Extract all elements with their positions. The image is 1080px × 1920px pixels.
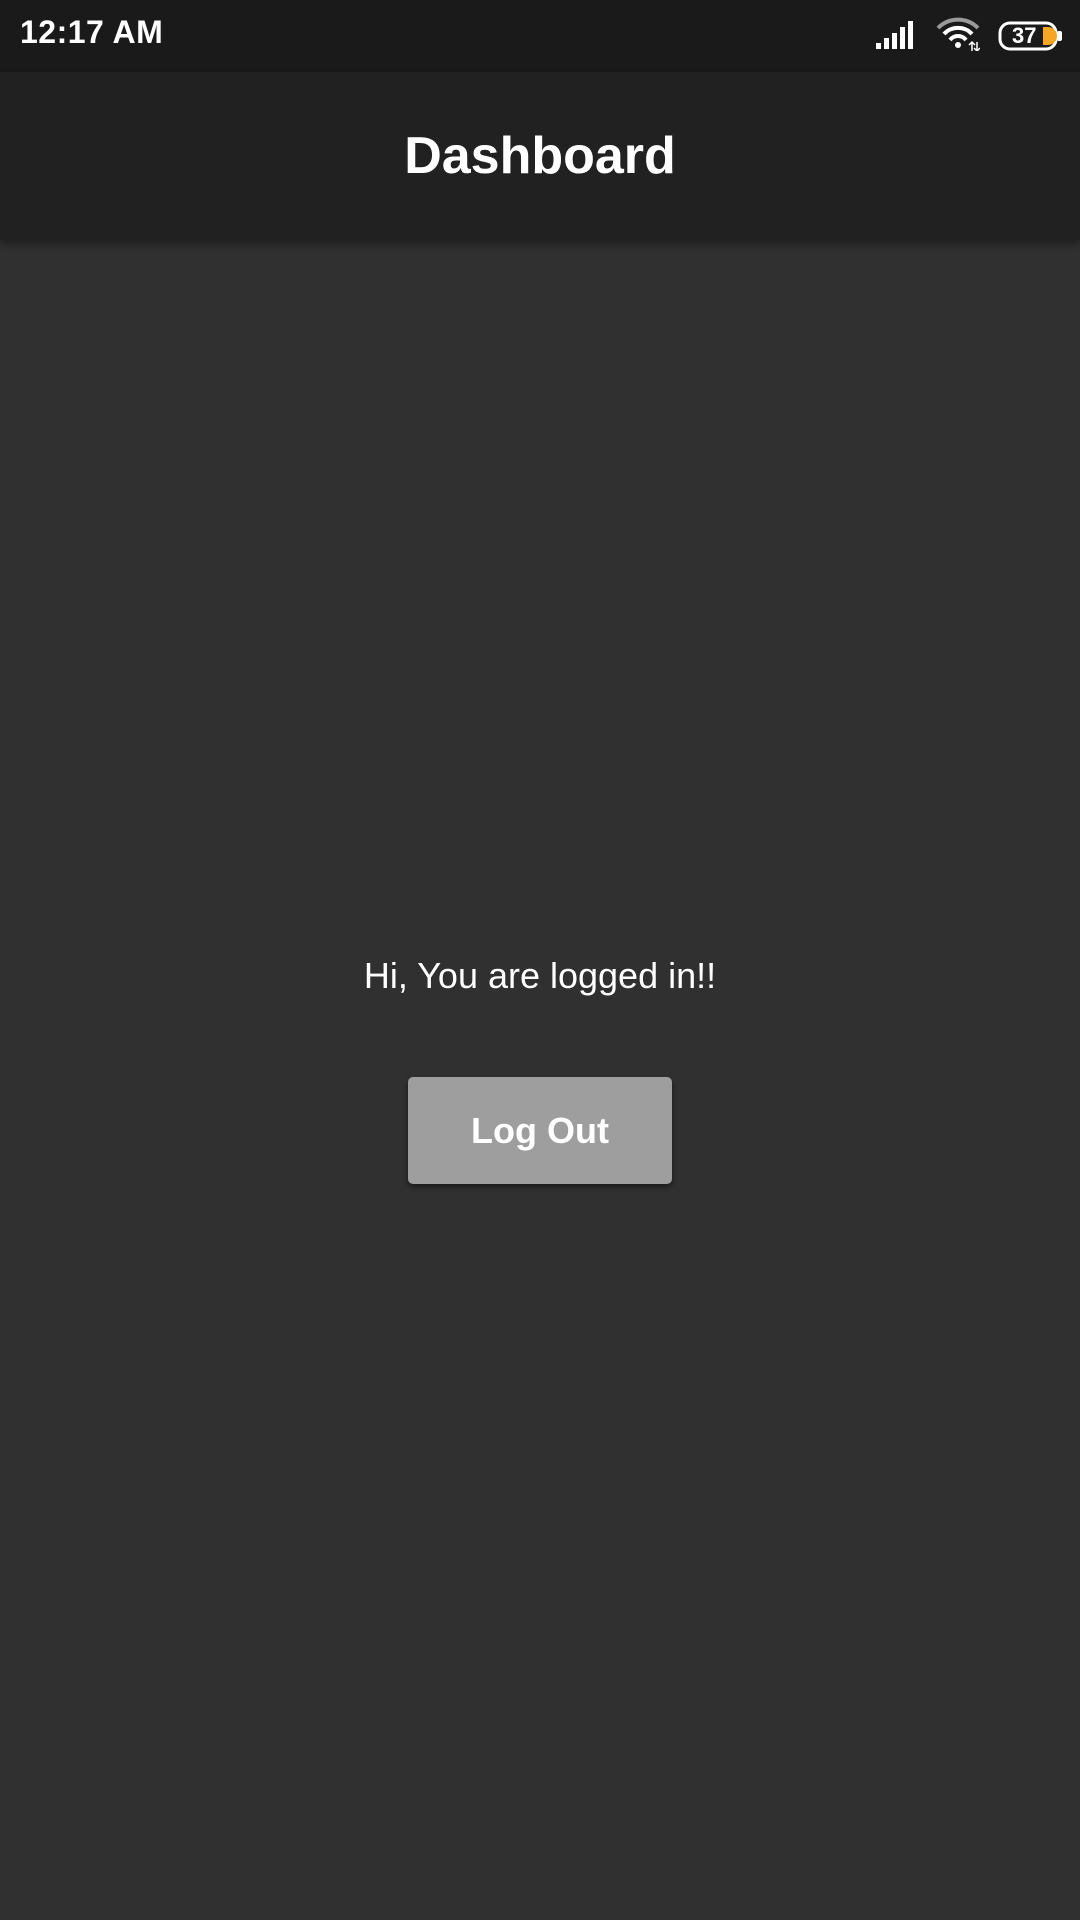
status-time: 12:17 AM <box>20 14 164 50</box>
status-bar: 12:17 AM 37 <box>0 0 1080 72</box>
wifi-icon <box>936 17 981 56</box>
battery-icon: 37 <box>998 21 1064 51</box>
screen: 12:17 AM 37 Dashboard Hi, You are logged… <box>0 0 1080 1920</box>
page-title: Dashboard <box>404 127 676 185</box>
app-bar: Dashboard <box>0 72 1080 240</box>
signal-icon <box>876 19 918 54</box>
battery-level: 37 <box>1012 23 1037 48</box>
status-icons: 37 <box>876 17 1064 56</box>
greeting-text: Hi, You are logged in!! <box>363 955 717 996</box>
logout-button[interactable]: Log Out <box>408 1077 672 1184</box>
